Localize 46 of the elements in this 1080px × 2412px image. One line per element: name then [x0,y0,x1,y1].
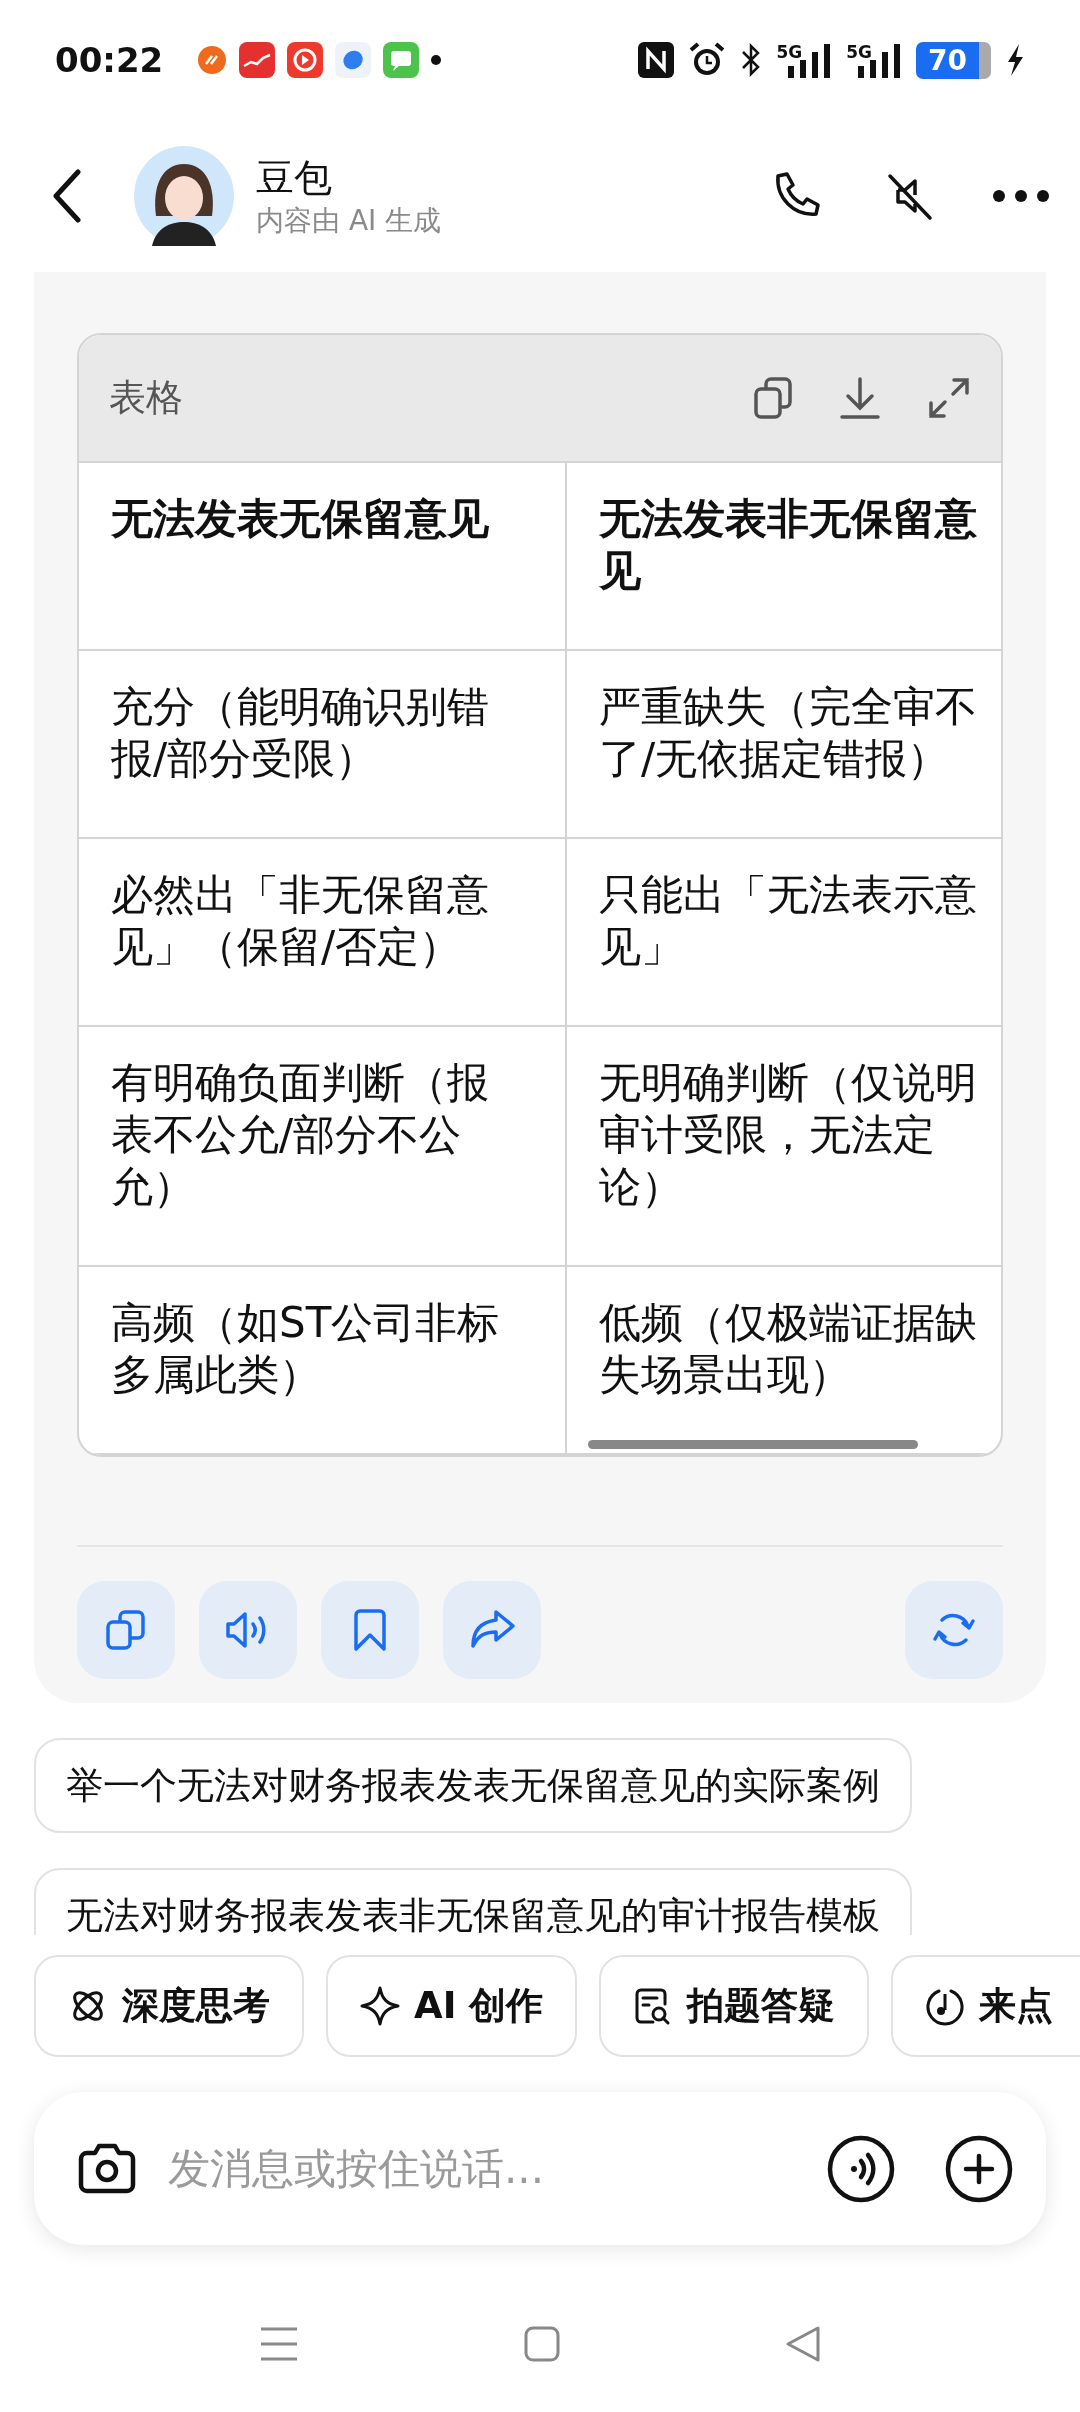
home-icon[interactable] [524,2326,560,2362]
expand-icon[interactable] [927,376,971,420]
app-notification-icon [335,42,372,78]
app-notification-icon [239,42,276,78]
dot-icon [431,55,442,65]
app-notification-icon [197,45,228,75]
share-button[interactable] [443,1581,541,1679]
status-time: 00:22 [55,40,164,80]
menu-icon[interactable] [259,2326,299,2362]
voice-icon[interactable] [826,2133,896,2204]
message-app-icon [383,42,420,78]
back-nav-icon[interactable] [785,2325,821,2363]
suggestion-chip[interactable]: 举一个无法对财务报表发表无保留意见的实际案例 [34,1738,912,1833]
back-icon[interactable] [52,169,82,223]
shortcut-chip[interactable]: 深度思考 [34,1955,304,2057]
table-cell: 必然出「非无保留意见」（保留/否定） [79,838,566,1026]
table-cell: 充分（能明确识别错报/部分受限） [79,650,566,838]
download-icon[interactable] [839,376,881,420]
scrollbar[interactable] [588,1440,918,1449]
copy-icon [104,1608,148,1652]
column-header: 无法发表无保留意见 [79,463,566,650]
add-icon[interactable] [944,2133,1014,2204]
network-label: 5G [846,42,873,62]
suggestion-chip[interactable]: 无法对财务报表发表非无保留意见的审计报告模板 [34,1868,912,1935]
more-icon[interactable] [992,189,1050,203]
regenerate-button[interactable] [905,1581,1003,1679]
battery-level: 70 [916,41,991,79]
message-field[interactable]: 发消息或按住说话... [166,2143,798,2194]
speaker-button[interactable] [199,1581,297,1679]
chat-subtitle: 内容由 AI 生成 [256,203,443,239]
network-label: 5G [776,42,803,62]
bookmark-icon [352,1607,388,1653]
shortcut-chip[interactable]: 拍题答疑 [599,1955,870,2057]
shortcut-chip[interactable]: 来点 [891,1955,1080,2057]
bookmark-button[interactable] [321,1581,419,1679]
table-cell: 有明确负面判断（报表不公允/部分不公允） [79,1026,566,1266]
table-cell: 高频（如ST公司非标多属此类） [79,1266,566,1454]
charging-icon [1005,43,1025,77]
table-title: 表格 [109,375,183,421]
copy-button[interactable] [77,1581,175,1679]
chat-title: 豆包 [256,155,333,202]
copy-icon[interactable] [753,376,793,420]
sparkle-icon [360,1986,400,2026]
app-notification-icon [287,42,324,78]
nfc-icon [638,42,675,78]
shortcut-chip[interactable]: AI 创作 [326,1955,578,2057]
